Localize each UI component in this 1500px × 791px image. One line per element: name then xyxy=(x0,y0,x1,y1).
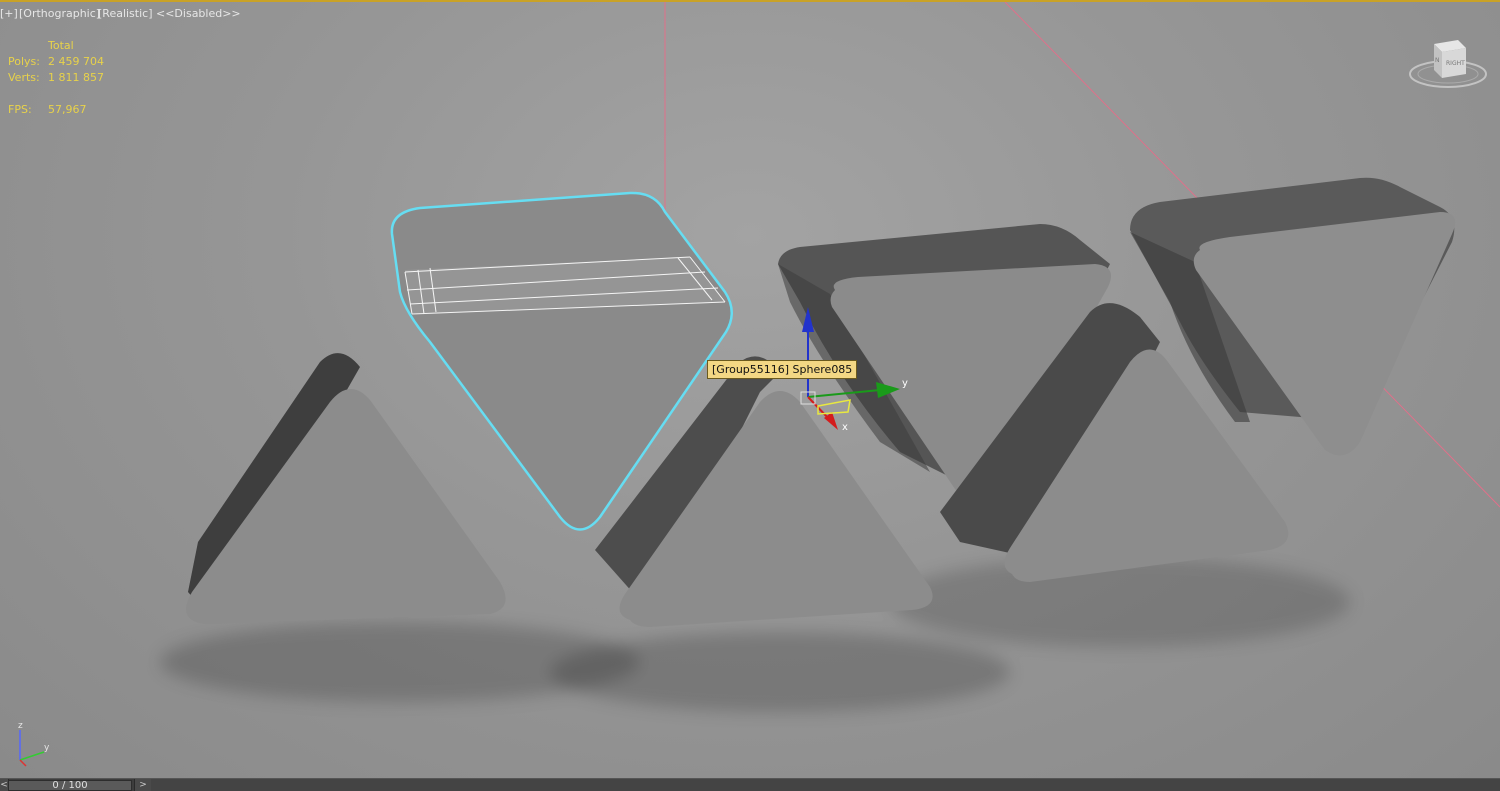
verts-value: 1 811 857 xyxy=(48,71,104,84)
verts-label: Verts: xyxy=(8,71,40,84)
viewcube-face-label: RIGHT xyxy=(1446,60,1465,67)
fps-value: 57,967 xyxy=(48,103,87,116)
viewport-status[interactable]: <<Disabled>> xyxy=(156,7,241,20)
viewport-shading-mode[interactable]: [Realistic] xyxy=(98,7,153,20)
gizmo-y-label: y xyxy=(902,378,908,389)
timeline-track[interactable] xyxy=(151,779,1500,791)
stats-header: Total xyxy=(48,39,74,52)
timeline-bar: < 0 / 100 > xyxy=(0,778,1500,791)
viewport-view-mode[interactable]: [Orthographic] xyxy=(19,7,100,20)
time-slider[interactable]: 0 / 100 xyxy=(8,780,132,791)
axis-tripod: z y xyxy=(18,721,50,767)
gizmo-x-label: x xyxy=(842,422,848,433)
scene-canvas[interactable]: x y z y xyxy=(0,2,1500,778)
viewcube[interactable]: RIGHT N xyxy=(1408,38,1488,96)
viewport-perspective[interactable]: x y z y [+] [Orthographic] [Realistic] <… xyxy=(0,0,1500,778)
viewport-menu-plus[interactable]: [+] xyxy=(0,7,18,20)
polys-value: 2 459 704 xyxy=(48,55,104,68)
fps-label: FPS: xyxy=(8,103,32,116)
tripod-y-label: y xyxy=(44,743,50,753)
mesh-triangle-front-left[interactable] xyxy=(186,353,506,624)
object-tooltip: [Group55116] Sphere085 xyxy=(707,360,858,379)
viewcube-compass-label: N xyxy=(1435,57,1440,64)
tripod-z-label: z xyxy=(18,721,23,731)
next-frame-button[interactable]: > xyxy=(134,779,152,791)
polys-label: Polys: xyxy=(8,55,40,68)
